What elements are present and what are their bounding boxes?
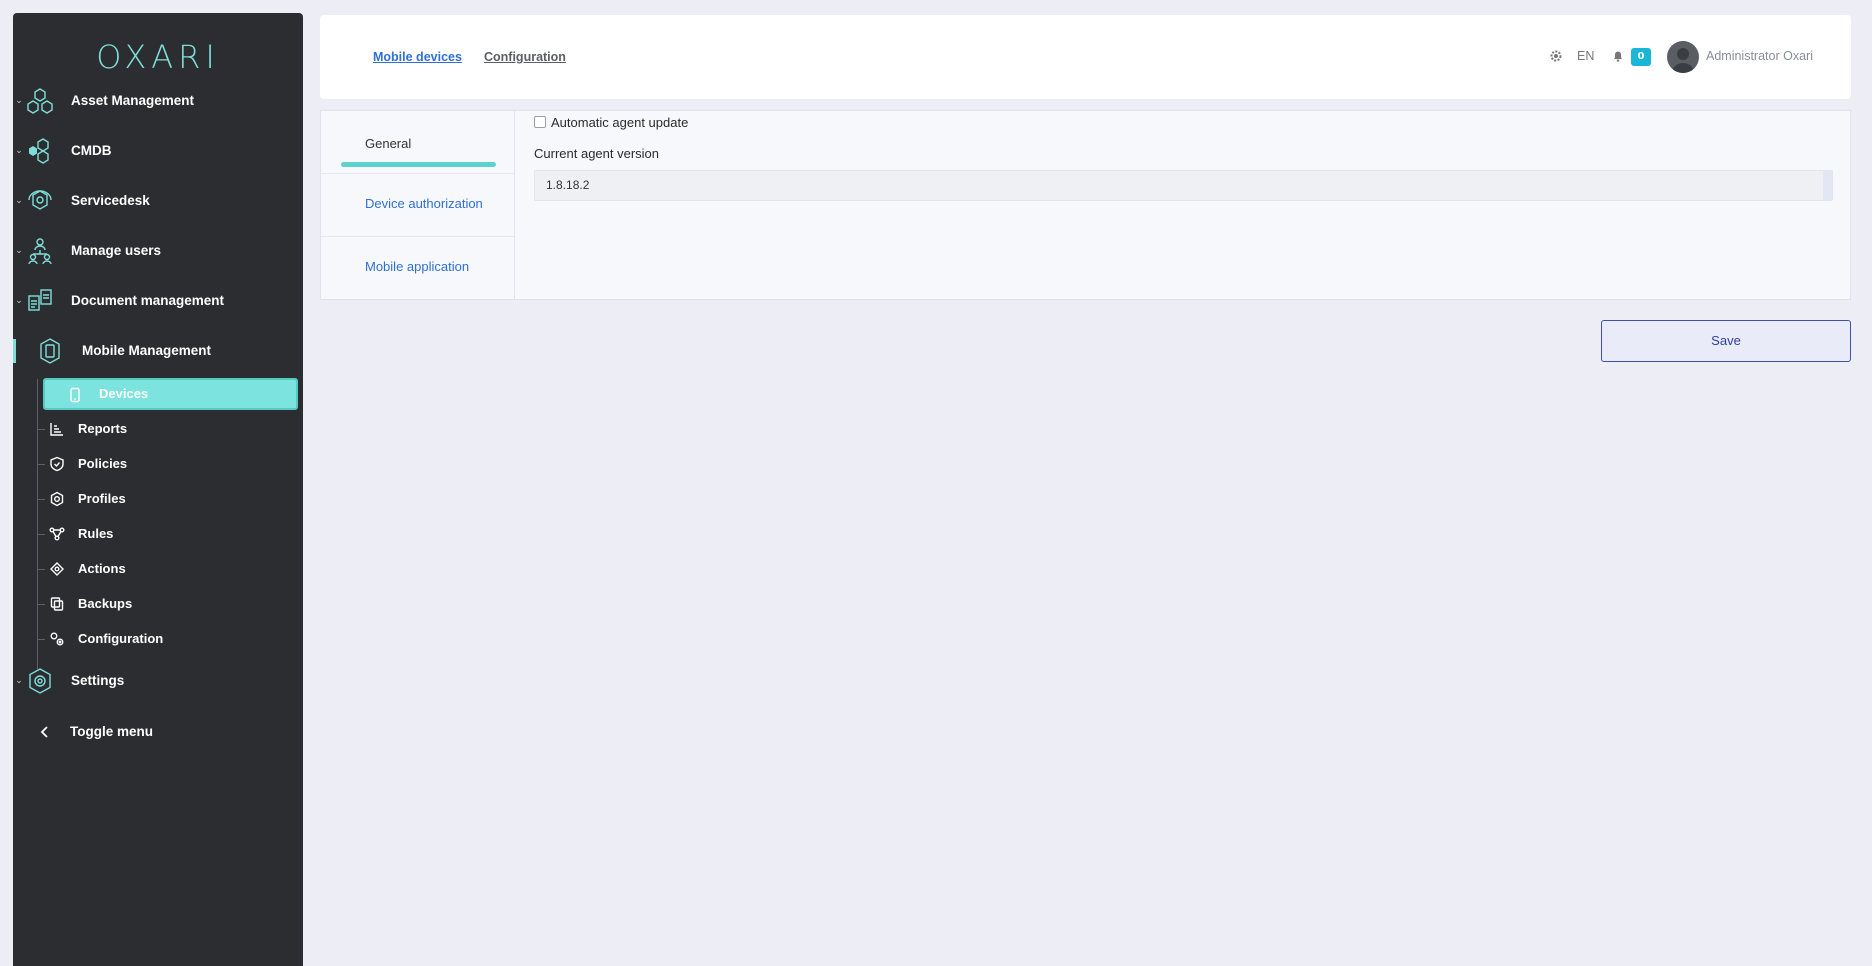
sidebar-item-label: Servicedesk <box>71 193 150 208</box>
sidebar-subitem-label: Reports <box>78 421 128 436</box>
auto-update-checkbox[interactable] <box>534 116 546 128</box>
sidebar-item-label: CMDB <box>71 143 112 158</box>
chevron-left-icon <box>40 726 48 738</box>
agent-version-label: Current agent version <box>534 146 660 161</box>
tab-general[interactable]: General <box>321 111 514 174</box>
breadcrumb-configuration[interactable]: Configuration <box>484 50 566 64</box>
field-side-strip <box>1823 171 1832 200</box>
sidebar: OXARI ⌄ Asset Management ⌄ CMDB ⌄ Servic… <box>13 13 303 966</box>
sidebar-subitem-label: Rules <box>78 526 114 541</box>
sidebar-subitem-rules[interactable]: Rules <box>43 519 299 549</box>
tab-device-authorization[interactable]: Device authorization <box>321 174 514 237</box>
sidebar-subitem-label: Profiles <box>78 491 126 506</box>
gear-icon <box>50 491 64 507</box>
sidebar-subitem-label: Configuration <box>78 631 164 646</box>
chevron-down-icon: ⌄ <box>15 146 23 156</box>
flow-icon <box>49 527 65 541</box>
toggle-menu-label: Toggle menu <box>70 724 153 739</box>
sidebar-subitem-backups[interactable]: Backups <box>43 589 299 619</box>
configuration-panel: General Device authorization Mobile appl… <box>320 110 1851 300</box>
sidebar-item-settings[interactable]: ⌄ Settings <box>13 661 303 701</box>
copy-icon <box>50 597 64 611</box>
sidebar-subitem-configuration[interactable]: Configuration <box>43 624 299 654</box>
phone-icon <box>70 387 80 403</box>
sidebar-subitem-label: Policies <box>78 456 128 471</box>
sidebar-item-label: Mobile Management <box>82 343 212 358</box>
hexagon-cluster-icon <box>27 88 53 114</box>
hexagon-dots-icon <box>29 138 49 164</box>
sidebar-subitem-policies[interactable]: Policies <box>43 449 299 479</box>
notification-count-badge[interactable]: 0 <box>1631 48 1651 66</box>
breadcrumb-mobile-devices[interactable]: Mobile devices <box>373 50 462 64</box>
top-header: Mobile devices Configuration EN 0 Admini… <box>320 15 1851 99</box>
headset-hexagon-icon <box>28 190 52 210</box>
users-tree-icon <box>28 238 52 265</box>
sidebar-subitem-label: Backups <box>78 596 133 611</box>
bar-chart-icon <box>50 423 63 436</box>
tab-mobile-application[interactable]: Mobile application <box>321 237 514 300</box>
settings-gear-icon <box>29 668 51 694</box>
gears-icon <box>50 632 64 646</box>
sidebar-subitem-actions[interactable]: Actions <box>43 554 299 584</box>
active-indicator <box>13 339 16 363</box>
chevron-down-icon: ⌄ <box>15 196 23 206</box>
sidebar-subitem-profiles[interactable]: Profiles <box>43 484 299 514</box>
avatar[interactable] <box>1667 41 1699 73</box>
active-tab-indicator <box>341 162 496 167</box>
language-selector[interactable]: EN <box>1577 49 1594 63</box>
bell-icon[interactable] <box>1611 49 1625 63</box>
tab-label: Mobile application <box>365 259 470 274</box>
chevron-down-icon: ⌄ <box>15 246 23 256</box>
settings-icon[interactable] <box>1549 49 1563 63</box>
sidebar-item-document-management[interactable]: ⌄ Document management <box>13 281 303 321</box>
sidebar-subitem-label: Devices <box>99 386 149 401</box>
auto-update-label[interactable]: Automatic agent update <box>551 115 688 130</box>
sidebar-item-servicedesk[interactable]: ⌄ Servicedesk <box>13 181 303 221</box>
chevron-down-icon: ⌄ <box>15 676 23 686</box>
documents-icon <box>28 289 52 311</box>
sidebar-item-label: Document management <box>71 293 225 308</box>
save-button[interactable]: Save <box>1601 320 1851 362</box>
chevron-down-icon: ⌄ <box>15 96 23 106</box>
logo: OXARI <box>96 38 220 76</box>
chevron-down-icon: ⌄ <box>15 296 23 306</box>
sidebar-subitem-label: Actions <box>78 561 126 576</box>
sidebar-item-label: Settings <box>71 673 125 688</box>
sidebar-item-asset-management[interactable]: ⌄ Asset Management <box>13 81 303 121</box>
shield-check-icon <box>50 456 64 472</box>
agent-version-field[interactable]: 1.8.18.2 <box>534 170 1833 201</box>
sidebar-item-manage-users[interactable]: ⌄ Manage users <box>13 231 303 271</box>
sidebar-item-mobile-management[interactable]: Mobile Management <box>13 331 303 371</box>
mobile-hexagon-icon <box>40 338 60 364</box>
tree-line <box>37 379 38 669</box>
tab-label: Device authorization <box>365 196 483 211</box>
sidebar-item-label: Asset Management <box>71 93 195 108</box>
sidebar-item-cmdb[interactable]: ⌄ CMDB <box>13 131 303 171</box>
auto-update-row: Automatic agent update <box>534 114 688 130</box>
sidebar-subitem-reports[interactable]: Reports <box>43 414 299 444</box>
user-name[interactable]: Administrator Oxari <box>1706 49 1813 63</box>
toggle-menu-button[interactable]: Toggle menu <box>13 712 303 752</box>
target-icon <box>50 562 64 576</box>
user-silhouette-icon <box>1672 48 1694 73</box>
sidebar-item-label: Manage users <box>71 243 162 258</box>
config-tabs: General Device authorization Mobile appl… <box>321 111 515 299</box>
sidebar-subitem-devices[interactable]: Devices <box>43 378 298 410</box>
